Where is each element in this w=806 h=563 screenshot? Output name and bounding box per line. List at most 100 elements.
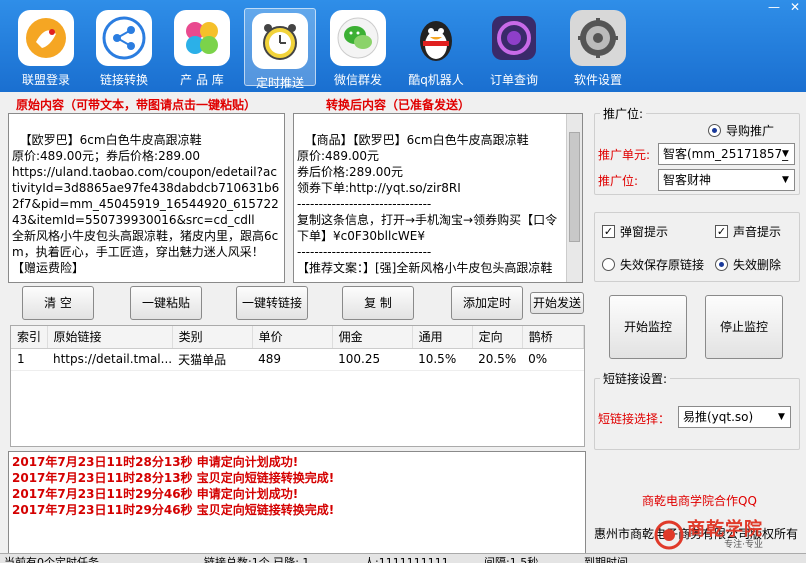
log-line: 2017年7月23日11时28分13秒 宝贝定向短链接转换完成! [12, 471, 335, 485]
status-bar: 当前有0个定时任务 链接总数:1个 已降: 1 人:1111111111 间隔:… [0, 553, 806, 563]
converted-text-area[interactable]: 【商品】【欧罗巴】6cm白色牛皮高跟凉鞋 原价:489.00元 券后价格:289… [293, 113, 583, 283]
log-line: 2017年7月23日11时28分13秒 申请定向计划成功! [12, 455, 299, 469]
checkmark-icon: ✓ [602, 225, 615, 238]
status-user: 人:1111111111 [364, 556, 449, 563]
close-icon[interactable]: ✕ [790, 0, 800, 14]
chevron-down-icon: ▼ [778, 412, 785, 422]
toolbar-timed-push-button[interactable]: 定时推送 [244, 8, 316, 90]
sound-tip-label: 声音提示 [733, 225, 782, 239]
alarm-clock-icon [252, 13, 308, 69]
promo-slot-value: 智客财神 [663, 173, 712, 187]
order-lens-icon [486, 10, 542, 66]
gear-icon [570, 10, 626, 66]
toolbar-wechat-broadcast-label: 微信群发 [333, 73, 382, 87]
toolbar-timed-push-label: 定时推送 [255, 76, 304, 90]
convert-link-button[interactable]: 一键转链接 [236, 286, 308, 320]
toolbar-product-library-button[interactable]: 产 品 库 [166, 6, 238, 87]
cell-category: 天猫单品 [172, 348, 253, 371]
toolbar-qq-robot-label: 酷q机器人 [408, 73, 464, 87]
guide-promo-label: 导购推广 [726, 124, 775, 138]
col-original-link[interactable]: 原始链接 [47, 326, 173, 349]
chevron-down-icon: ▼ [782, 149, 789, 159]
status-timer-count: 当前有0个定时任务 [4, 556, 99, 563]
checkmark-icon: ✓ [715, 225, 728, 238]
toolbar-settings-label: 软件设置 [573, 73, 622, 87]
cell-queqiao: 0% [522, 348, 584, 371]
minimize-icon[interactable]: — [768, 0, 780, 14]
promo-slot-label: 推广位: [598, 174, 639, 188]
delete-invalid-label: 失效删除 [733, 258, 782, 272]
short-link-select-label: 短链接选择： [598, 412, 671, 426]
table-row[interactable]: 1 https://detail.tmal... 天猫单品 489 100.25… [11, 348, 584, 371]
brand-watermark: 商乾学院 专注·专业 [654, 518, 804, 552]
converted-scrollbar[interactable] [566, 114, 582, 282]
toolbar-settings-button[interactable]: 软件设置 [562, 6, 634, 87]
source-section-title: 原始内容（可带文本，带图请点击一键粘贴） [16, 98, 257, 112]
log-line: 2017年7月23日11时29分46秒 宝贝定向短链接转换完成! [12, 503, 335, 517]
short-link-select[interactable]: 易推(yqt.so) ▼ [678, 406, 791, 428]
brand-slogan: 专注·专业 [724, 540, 763, 550]
toolbar-wechat-broadcast-button[interactable]: 微信群发 [322, 6, 394, 87]
delete-invalid-radio[interactable]: 失效删除 [715, 256, 781, 273]
col-queqiao[interactable]: 鹊桥 [522, 326, 585, 349]
scrollbar-thumb[interactable] [569, 132, 580, 242]
penguin-icon [408, 10, 464, 66]
converted-section-title: 转换后内容（已准备发送） [326, 98, 471, 112]
toolbar-link-convert-label: 链接转换 [99, 73, 148, 87]
status-interval: 间隔:1.5秒 [484, 556, 539, 563]
source-text: 【欧罗巴】6cm白色牛皮高跟凉鞋 原价:489.00元；券后价格:289.00 … [12, 133, 280, 275]
cell-targeted: 20.5% [472, 348, 523, 371]
toolbar-order-query-label: 订单查询 [489, 73, 538, 87]
cell-price: 489 [252, 348, 333, 371]
toolbar-login-button[interactable]: 联盟登录 [10, 6, 82, 87]
log-line: 2017年7月23日11时29分46秒 申请定向计划成功! [12, 487, 299, 501]
paste-button[interactable]: 一键粘贴 [130, 286, 202, 320]
col-index[interactable]: 索引 [11, 326, 48, 349]
promo-unit-select[interactable]: 智客(mm_25171857_ ▼ [658, 143, 795, 165]
cell-original-link: https://detail.tmal... [47, 348, 173, 371]
sound-tip-checkbox[interactable]: ✓ 声音提示 [715, 223, 781, 240]
radio-selected-icon [708, 124, 721, 137]
short-link-group-title: 短链接设置: [600, 370, 671, 387]
main-toolbar: 联盟登录 链接转换 产 品 库 定时推送 微信群发 酷q机器人 订单查询 软件设… [0, 0, 806, 92]
start-send-button[interactable]: 开始发送 [530, 292, 584, 314]
product-grid: 索引 原始链接 类别 单价 佣金 通用 定向 鹊桥 1 https://deta… [10, 325, 585, 447]
cell-commission: 100.25 [332, 348, 413, 371]
col-general[interactable]: 通用 [412, 326, 473, 349]
keep-original-radio[interactable]: 失效保存原链接 [602, 256, 704, 273]
copy-button[interactable]: 复 制 [342, 286, 414, 320]
grid-header-row: 索引 原始链接 类别 单价 佣金 通用 定向 鹊桥 [11, 326, 585, 349]
status-expire: 到期时间 [584, 556, 628, 563]
keep-original-label: 失效保存原链接 [620, 258, 705, 272]
add-timer-button[interactable]: 添加定时 [451, 286, 523, 320]
col-price[interactable]: 单价 [252, 326, 333, 349]
radio-empty-icon [602, 258, 615, 271]
converted-text: 【商品】【欧罗巴】6cm白色牛皮高跟凉鞋 原价:489.00元 券后价格:289… [297, 133, 558, 275]
col-commission[interactable]: 佣金 [332, 326, 413, 349]
brand-logo-icon [654, 520, 684, 550]
color-balls-icon [174, 10, 230, 66]
share-nodes-icon [96, 10, 152, 66]
toolbar-qq-robot-button[interactable]: 酷q机器人 [400, 6, 472, 87]
chevron-down-icon: ▼ [782, 175, 789, 185]
promo-slot-select[interactable]: 智客财神 ▼ [658, 169, 795, 191]
stop-monitor-button[interactable]: 停止监控 [705, 295, 783, 359]
toolbar-login-label: 联盟登录 [21, 73, 70, 87]
promo-unit-value: 智客(mm_25171857_ [663, 147, 789, 161]
radio-selected-icon [715, 258, 728, 271]
start-monitor-button[interactable]: 开始监控 [609, 295, 687, 359]
toolbar-link-convert-button[interactable]: 链接转换 [88, 6, 160, 87]
source-text-area[interactable]: 【欧罗巴】6cm白色牛皮高跟凉鞋 原价:489.00元；券后价格:289.00 … [8, 113, 285, 283]
guide-promo-radio[interactable]: 导购推广 [708, 122, 774, 139]
col-category[interactable]: 类别 [172, 326, 253, 349]
toolbar-product-library-label: 产 品 库 [180, 73, 224, 87]
promo-unit-label: 推广单元: [598, 148, 651, 162]
col-targeted[interactable]: 定向 [472, 326, 523, 349]
toolbar-order-query-button[interactable]: 订单查询 [478, 6, 550, 87]
clear-button[interactable]: 清 空 [22, 286, 94, 320]
status-link-count: 链接总数:1个 已降: 1 [204, 556, 310, 563]
brand-name: 商乾学院 [687, 519, 763, 540]
popup-tip-checkbox[interactable]: ✓ 弹窗提示 [602, 223, 668, 240]
log-panel[interactable]: 2017年7月23日11时28分13秒 申请定向计划成功! 2017年7月23日… [8, 451, 586, 555]
qq-cooperation-link[interactable]: 商乾电商学院合作QQ [642, 492, 757, 509]
